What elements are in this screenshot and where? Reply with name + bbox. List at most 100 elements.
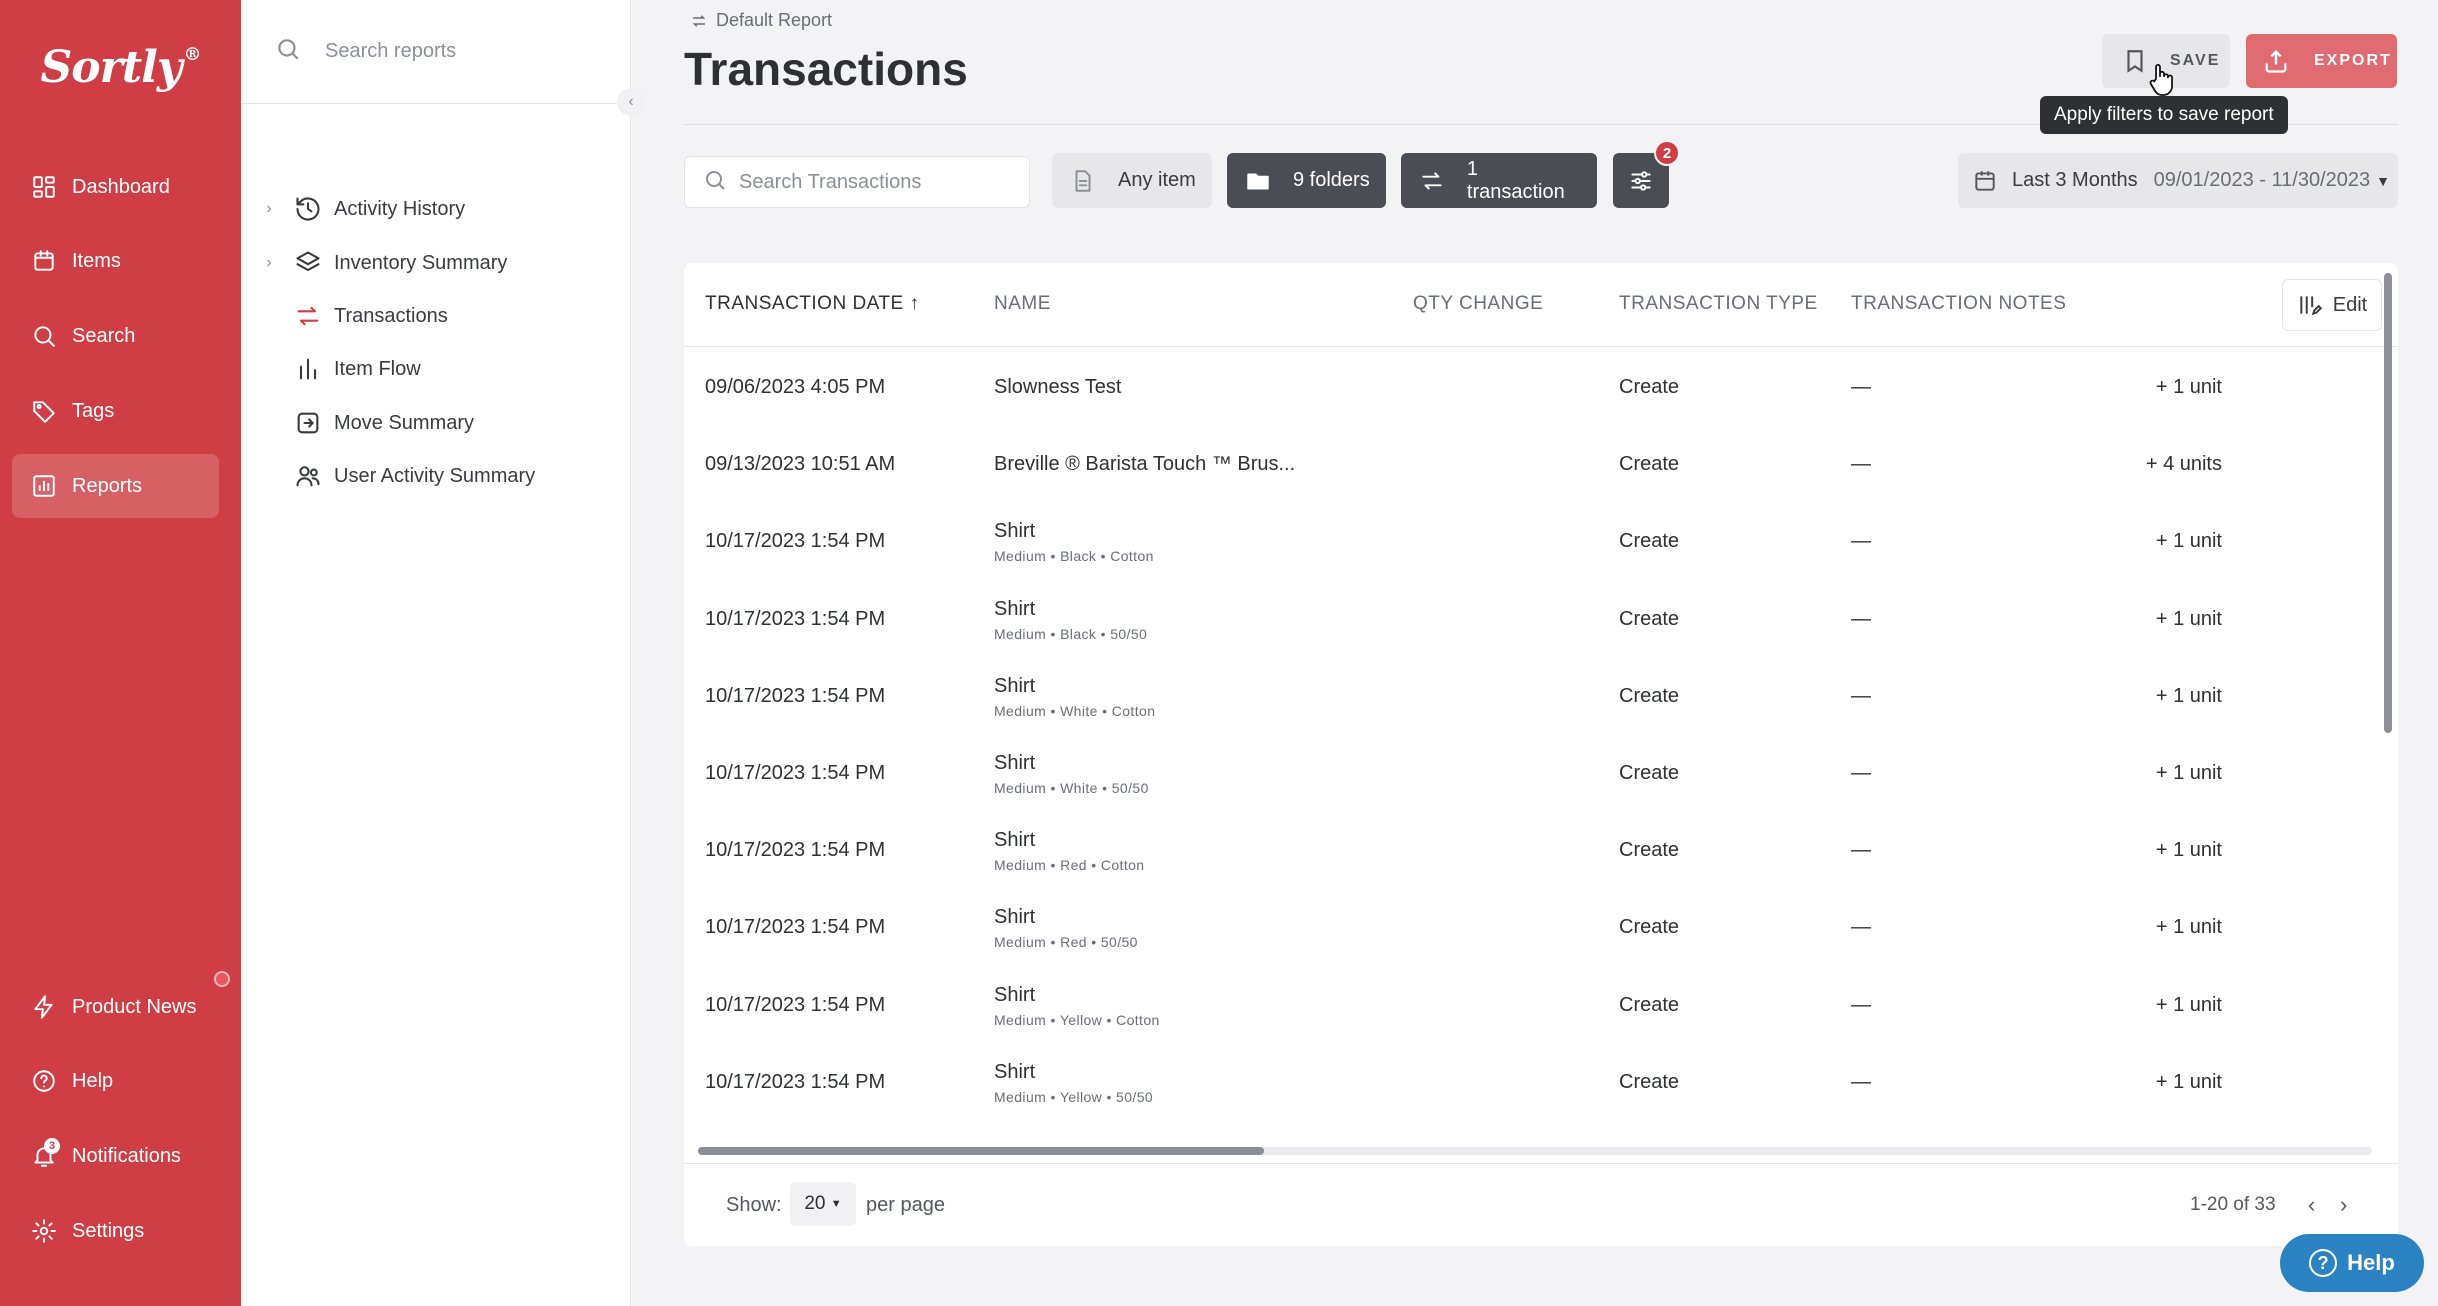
dashboard-icon	[30, 173, 58, 201]
column-transaction-date[interactable]: TRANSACTION DATE ↑	[705, 293, 920, 315]
cell-name: Shirt	[994, 752, 1036, 774]
report-move-summary[interactable]: › Move Summary	[262, 403, 474, 443]
cell-qty-change: + 1 unit	[2155, 376, 2222, 398]
cell-variant: Medium • Red • Cotton	[994, 857, 1145, 874]
notification-count: 3	[44, 1138, 60, 1154]
report-activity-history[interactable]: › Activity History	[262, 189, 465, 229]
page-title: Transactions	[684, 43, 968, 95]
column-qty-change[interactable]: QTY CHANGE	[1413, 293, 1543, 315]
cell-date: 10/17/2023 1:54 PM	[705, 762, 886, 784]
collapse-sidebar-button[interactable]: ‹	[617, 88, 645, 116]
search-icon	[275, 36, 301, 67]
cell-date: 09/13/2023 10:51 AM	[705, 453, 896, 476]
history-icon	[296, 197, 320, 221]
chevron-right-icon[interactable]: ›	[262, 254, 276, 272]
upload-icon	[2265, 50, 2287, 73]
column-transaction-type[interactable]: TRANSACTION TYPE	[1619, 293, 1818, 315]
folder-filter-label: 9 folders	[1293, 169, 1370, 191]
nav-item-label: Dashboard	[72, 175, 170, 198]
table-row[interactable]: 10/17/2023 1:54 PM Shirt Medium • Black • …	[684, 502, 2384, 579]
report-label: User Activity Summary	[334, 464, 536, 487]
chevron-right-icon[interactable]: ›	[262, 200, 276, 218]
search-icon	[703, 168, 727, 197]
column-transaction-notes[interactable]: TRANSACTION NOTES	[1851, 293, 2066, 315]
report-user-activity-summary[interactable]: › User Activity Summary	[262, 456, 535, 496]
horizontal-scrollbar[interactable]	[698, 1147, 1264, 1155]
column-name[interactable]: NAME	[994, 293, 1051, 315]
nav-item-notifications[interactable]: 3 Notifications	[12, 1124, 219, 1188]
item-filter[interactable]: Any item	[1052, 153, 1212, 208]
cell-transaction-type: Create	[1619, 1070, 1680, 1093]
table-row[interactable]: 10/17/2023 1:54 PM Shirt Medium • Black • …	[684, 580, 2384, 657]
nav-item-tags[interactable]: Tags	[12, 379, 219, 443]
cell-notes: —	[1851, 453, 1871, 476]
cell-name: Slowness Test	[994, 376, 1122, 398]
report-item-flow[interactable]: › Item Flow	[262, 349, 421, 389]
cell-name: Shirt	[994, 674, 1036, 697]
table-row[interactable]: 10/17/2023 1:54 PM Shirt Medium • Yellow •…	[684, 1043, 2384, 1120]
cell-qty-change: + 1 unit	[2155, 993, 2222, 1016]
edit-columns-button[interactable]: Edit	[2282, 279, 2382, 331]
cell-qty-change: + 1 unit	[2155, 839, 2222, 862]
transaction-type-filter[interactable]: 1 transaction	[1401, 153, 1597, 208]
reports-search-input[interactable]	[325, 40, 605, 63]
cell-notes: —	[1851, 376, 1871, 398]
table-row[interactable]: 09/13/2023 10:51 AM Breville ® Barista To…	[684, 425, 2384, 502]
transaction-filter-label: 1 transaction	[1466, 157, 1565, 203]
nav-item-product-news[interactable]: Product News	[12, 975, 219, 1039]
nav-item-items[interactable]: Items	[12, 229, 219, 293]
item-filter-label: Any item	[1118, 169, 1196, 191]
cell-name: Shirt	[994, 983, 1036, 1006]
cell-variant: Medium • White • Cotton	[994, 702, 1156, 719]
lightning-icon	[30, 993, 58, 1021]
bell-icon: 3	[30, 1138, 60, 1170]
table-row[interactable]: 10/17/2023 1:54 PM Shirt Medium • White • …	[684, 657, 2384, 734]
table-row[interactable]: 10/17/2023 1:54 PM Shirt Medium • Yellow •…	[684, 966, 2384, 1043]
transactions-search-input[interactable]	[739, 170, 1019, 194]
move-icon	[297, 412, 319, 434]
cell-date: 10/17/2023 1:54 PM	[705, 1070, 886, 1093]
report-transactions[interactable]: › Transactions	[262, 296, 448, 336]
transactions-search	[684, 156, 1030, 208]
transactions-icon	[692, 14, 706, 27]
cell-name: Shirt	[994, 597, 1036, 620]
reports-icon	[30, 472, 58, 500]
cell-variant: Medium • Red • 50/50	[994, 934, 1138, 951]
cell-date: 09/06/2023 4:05 PM	[705, 376, 886, 398]
table-row[interactable]: 10/17/2023 1:54 PM Shirt Medium • Red • Co…	[684, 811, 2384, 888]
table-row[interactable]: 10/17/2023 1:54 PM Shirt Medium • White • …	[684, 734, 2384, 811]
sortly-logo[interactable]: Sortly ®	[0, 42, 241, 93]
table-row[interactable]: 10/17/2023 1:54 PM Shirt Medium • Red • 50…	[684, 888, 2384, 965]
hand-cursor-icon	[2149, 64, 2173, 96]
table-row[interactable]: 09/06/2023 4:05 PM Slowness Test + 1 unit C…	[684, 348, 2384, 425]
tag-icon	[30, 397, 58, 425]
folder-filter[interactable]: 9 folders	[1227, 153, 1386, 208]
cell-transaction-type: Create	[1619, 684, 1680, 707]
transactions-icon	[1422, 171, 1442, 190]
per-page-select[interactable]: 20 ▼	[790, 1182, 856, 1226]
date-label: Last 3 Months	[2012, 169, 2138, 191]
export-button[interactable]: EXPORT	[2246, 34, 2397, 88]
nav-item-label: Settings	[72, 1219, 145, 1242]
cell-qty-change: + 1 unit	[2155, 530, 2222, 553]
vertical-scrollbar[interactable]	[2384, 273, 2392, 733]
sort-ascending-icon: ↑	[909, 293, 920, 314]
cell-transaction-type: Create	[1619, 839, 1680, 862]
cell-variant: Medium • White • 50/50	[994, 780, 1149, 796]
per-page-label: per page	[866, 1194, 945, 1216]
nav-item-reports[interactable]: Reports	[12, 454, 219, 518]
breadcrumb[interactable]: Default Report	[690, 10, 832, 31]
nav-item-search[interactable]: Search	[12, 304, 219, 368]
nav-item-help[interactable]: Help	[12, 1049, 219, 1113]
cell-notes: —	[1851, 916, 1871, 939]
date-range-filter[interactable]: Last 3 Months 09/01/2023 - 11/30/2023 ▼	[1958, 153, 2398, 208]
report-inventory-summary[interactable]: › Inventory Summary	[262, 243, 507, 283]
nav-item-settings[interactable]: Settings	[12, 1199, 219, 1263]
help-chat-button[interactable]: ? Help	[2280, 1234, 2424, 1292]
cell-date: 10/17/2023 1:54 PM	[705, 530, 886, 553]
nav-item-dashboard[interactable]: Dashboard	[12, 155, 219, 219]
cell-transaction-type: Create	[1619, 916, 1680, 939]
next-page-button[interactable]: ›	[2340, 1192, 2347, 1218]
prev-page-button[interactable]: ‹	[2308, 1192, 2315, 1218]
report-label: Move Summary	[334, 411, 475, 434]
